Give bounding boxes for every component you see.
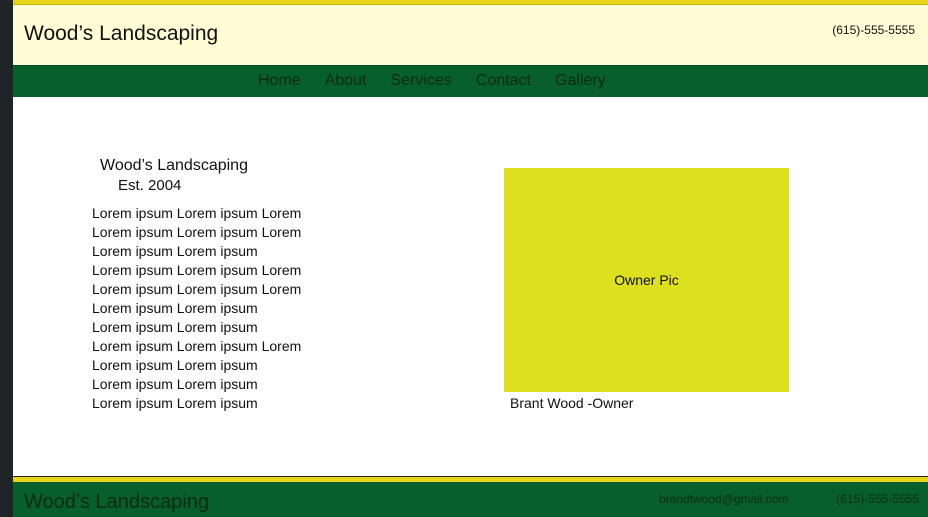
- about-text-line: Lorem ipsum Lorem ipsum Lorem: [92, 338, 302, 354]
- nav-item-contact[interactable]: Contact: [476, 72, 531, 90]
- footer-title: Wood’s Landscaping: [24, 491, 209, 513]
- footer-email[interactable]: brandtwood@gmail.com: [659, 492, 789, 506]
- about-text-line: Lorem ipsum Lorem ipsum Lorem: [92, 262, 302, 278]
- nav-item-about[interactable]: About: [325, 72, 367, 90]
- nav-items: Home About Services Contact Gallery: [258, 72, 630, 90]
- about-established: Est. 2004: [118, 177, 182, 194]
- about-text: Lorem ipsum Lorem ipsum Lorem Lorem ipsu…: [92, 204, 301, 413]
- header-phone: (615)-555-5555: [832, 23, 915, 37]
- about-text-line: Lorem ipsum Lorem ipsum: [92, 243, 258, 259]
- site-title[interactable]: Wood’s Landscaping: [24, 22, 218, 46]
- about-text-line: Lorem ipsum Lorem ipsum: [92, 357, 258, 373]
- main-nav: Home About Services Contact Gallery: [13, 65, 928, 97]
- footer-phone: (615)-555-5555: [836, 492, 919, 506]
- site-header: Wood’s Landscaping (615)-555-5555: [13, 5, 928, 65]
- nav-item-services[interactable]: Services: [391, 72, 452, 90]
- about-text-line: Lorem ipsum Lorem ipsum: [92, 395, 258, 411]
- about-text-line: Lorem ipsum Lorem ipsum: [92, 300, 258, 316]
- about-text-line: Lorem ipsum Lorem ipsum Lorem: [92, 205, 302, 221]
- about-text-line: Lorem ipsum Lorem ipsum Lorem: [92, 281, 302, 297]
- nav-item-home[interactable]: Home: [258, 72, 301, 90]
- about-text-line: Lorem ipsum Lorem ipsum: [92, 319, 258, 335]
- about-text-line: Lorem ipsum Lorem ipsum: [92, 376, 258, 392]
- about-title: Wood’s Landscaping: [100, 157, 248, 174]
- page: Wood’s Landscaping (615)-555-5555 Home A…: [13, 0, 928, 517]
- nav-item-gallery[interactable]: Gallery: [555, 72, 606, 90]
- owner-pic-label: Owner Pic: [614, 272, 679, 288]
- site-footer: Wood’s Landscaping brandtwood@gmail.com …: [13, 482, 928, 517]
- about-text-line: Lorem ipsum Lorem ipsum Lorem: [92, 224, 302, 240]
- window-left-strip: [0, 0, 13, 517]
- owner-caption: Brant Wood -Owner: [510, 395, 634, 411]
- owner-picture-placeholder: Owner Pic: [504, 168, 789, 392]
- about-heading-block: Wood’s Landscaping Est. 2004: [99, 157, 248, 194]
